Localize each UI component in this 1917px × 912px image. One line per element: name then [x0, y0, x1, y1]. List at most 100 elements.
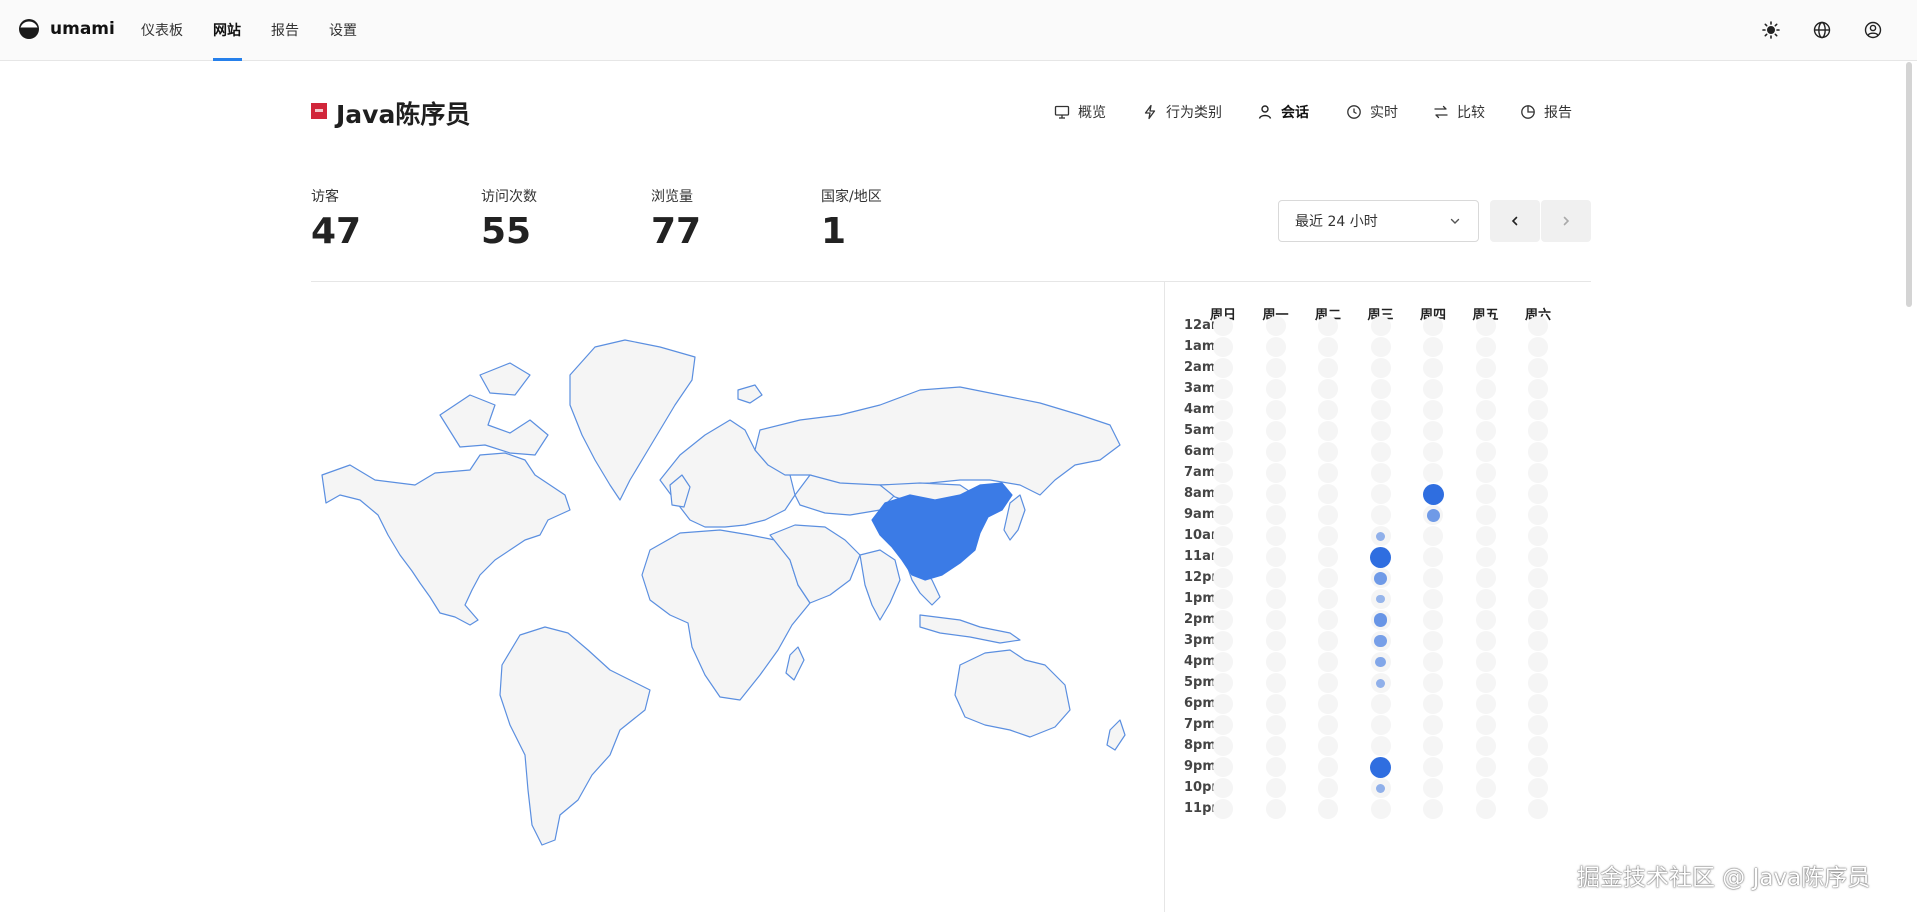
heatmap-cell[interactable] [1423, 358, 1443, 378]
heatmap-cell[interactable] [1318, 442, 1338, 462]
heatmap-cell[interactable] [1423, 652, 1443, 672]
date-prev-button[interactable] [1490, 200, 1540, 242]
heatmap-cell[interactable] [1370, 316, 1391, 336]
heatmap-activity-dot[interactable] [1422, 483, 1444, 505]
map-south-america[interactable] [499, 626, 651, 846]
heatmap-cell[interactable] [1370, 736, 1391, 756]
heatmap-cell[interactable] [1528, 358, 1548, 378]
map-new-zealand[interactable] [1106, 719, 1126, 751]
heatmap-cell[interactable] [1265, 736, 1286, 756]
heatmap-cell[interactable] [1265, 463, 1286, 483]
heatmap-cell[interactable] [1213, 589, 1233, 609]
heatmap-cell[interactable] [1423, 379, 1443, 399]
heatmap-cell[interactable] [1265, 652, 1286, 672]
heatmap-activity-dot[interactable] [1376, 678, 1385, 688]
heatmap-cell[interactable] [1265, 316, 1286, 336]
heatmap-cell[interactable] [1475, 400, 1496, 420]
heatmap-cell[interactable] [1528, 316, 1548, 336]
heatmap-cell[interactable] [1318, 589, 1338, 609]
heatmap-activity-dot[interactable] [1376, 783, 1385, 793]
heatmap-cell[interactable] [1423, 316, 1443, 336]
heatmap-cell[interactable] [1213, 442, 1233, 462]
heatmap-cell[interactable] [1265, 442, 1286, 462]
heatmap-cell[interactable] [1370, 694, 1391, 714]
heatmap-cell[interactable] [1423, 526, 1443, 546]
heatmap-cell[interactable] [1528, 757, 1548, 777]
heatmap-cell[interactable] [1528, 379, 1548, 399]
heatmap-cell[interactable] [1318, 463, 1338, 483]
heatmap-cell[interactable] [1213, 358, 1233, 378]
heatmap-cell[interactable] [1528, 736, 1548, 756]
heatmap-cell[interactable] [1318, 568, 1338, 588]
heatmap-cell[interactable] [1475, 484, 1496, 504]
heatmap-cell[interactable] [1213, 421, 1233, 441]
heatmap-cell[interactable] [1265, 505, 1286, 525]
heatmap-cell[interactable] [1423, 715, 1443, 735]
heatmap-cell[interactable] [1528, 652, 1548, 672]
heatmap-cell[interactable] [1265, 568, 1286, 588]
heatmap-cell[interactable] [1213, 463, 1233, 483]
heatmap-cell[interactable] [1475, 757, 1496, 777]
brand[interactable]: umami [18, 18, 115, 40]
heatmap-cell[interactable] [1213, 673, 1233, 693]
heatmap-cell[interactable] [1318, 694, 1338, 714]
tab-sessions[interactable]: 会话 [1257, 102, 1309, 122]
heatmap-cell[interactable] [1318, 547, 1338, 567]
heatmap-activity-dot[interactable] [1374, 571, 1387, 585]
heatmap-cell[interactable] [1265, 631, 1286, 651]
map-africa[interactable] [641, 529, 811, 701]
heatmap-cell[interactable] [1423, 610, 1443, 630]
nav-websites[interactable]: 网站 [213, 20, 241, 40]
heatmap-cell[interactable] [1370, 442, 1391, 462]
heatmap-cell[interactable] [1213, 736, 1233, 756]
tab-compare[interactable]: 比较 [1433, 102, 1485, 122]
heatmap-cell[interactable] [1528, 799, 1548, 819]
heatmap-cell[interactable] [1213, 652, 1233, 672]
heatmap-cell[interactable] [1528, 463, 1548, 483]
heatmap-cell[interactable] [1265, 715, 1286, 735]
nav-dashboard[interactable]: 仪表板 [141, 20, 183, 40]
heatmap-cell[interactable] [1318, 526, 1338, 546]
heatmap-cell[interactable] [1213, 547, 1233, 567]
heatmap-cell[interactable] [1318, 316, 1338, 336]
heatmap-cell[interactable] [1475, 778, 1496, 798]
tab-realtime[interactable]: 实时 [1346, 102, 1398, 122]
heatmap-cell[interactable] [1370, 379, 1391, 399]
heatmap-cell[interactable] [1265, 610, 1286, 630]
heatmap-cell[interactable] [1475, 736, 1496, 756]
heatmap-cell[interactable] [1265, 694, 1286, 714]
heatmap-cell[interactable] [1528, 484, 1548, 504]
heatmap-cell[interactable] [1475, 463, 1496, 483]
heatmap-activity-dot[interactable] [1373, 613, 1388, 627]
heatmap-cell[interactable] [1423, 337, 1443, 357]
theme-sun-icon[interactable] [1761, 20, 1781, 40]
heatmap-cell[interactable] [1528, 631, 1548, 651]
heatmap-cell[interactable] [1423, 694, 1443, 714]
heatmap-cell[interactable] [1423, 673, 1443, 693]
heatmap-cell[interactable] [1213, 484, 1233, 504]
heatmap-cell[interactable] [1475, 421, 1496, 441]
date-range-select[interactable]: 最近 24 小时 [1278, 200, 1479, 242]
heatmap-cell[interactable] [1318, 400, 1338, 420]
heatmap-cell[interactable] [1265, 673, 1286, 693]
heatmap-cell[interactable] [1265, 484, 1286, 504]
heatmap-cell[interactable] [1423, 589, 1443, 609]
heatmap-activity-dot[interactable] [1376, 594, 1385, 604]
heatmap-cell[interactable] [1318, 337, 1338, 357]
profile-icon[interactable] [1863, 20, 1883, 40]
heatmap-cell[interactable] [1475, 610, 1496, 630]
heatmap-cell[interactable] [1213, 505, 1233, 525]
heatmap-cell[interactable] [1213, 400, 1233, 420]
map-australia[interactable] [954, 649, 1071, 738]
heatmap-cell[interactable] [1265, 526, 1286, 546]
heatmap-cell[interactable] [1370, 400, 1391, 420]
heatmap-cell[interactable] [1318, 505, 1338, 525]
heatmap-cell[interactable] [1213, 757, 1233, 777]
heatmap-cell[interactable] [1475, 652, 1496, 672]
heatmap-cell[interactable] [1265, 421, 1286, 441]
heatmap-activity-dot[interactable] [1370, 546, 1391, 568]
heatmap-cell[interactable] [1528, 337, 1548, 357]
heatmap-cell[interactable] [1423, 547, 1443, 567]
heatmap-cell[interactable] [1423, 757, 1443, 777]
heatmap-cell[interactable] [1528, 610, 1548, 630]
